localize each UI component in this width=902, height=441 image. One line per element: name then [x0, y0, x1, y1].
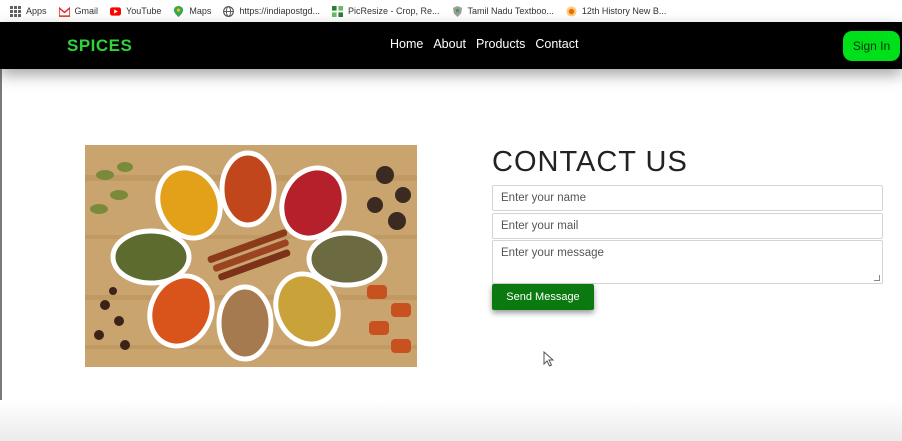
maps-icon [174, 5, 184, 17]
bookmark-label: Maps [189, 6, 212, 16]
navbar: SPICES Home About Products Contact Sign … [0, 22, 902, 69]
nav-home-link[interactable]: Home [390, 37, 423, 51]
bookmark-label: Apps [26, 6, 47, 16]
page-footer-band [0, 400, 902, 441]
shield-icon [452, 5, 462, 17]
bookmark-picresize[interactable]: PicResize - Crop, Re... [331, 5, 440, 17]
nav-links: Home About Products Contact [390, 37, 578, 51]
message-textarea[interactable]: Enter your message [492, 240, 883, 284]
page-edge [0, 69, 2, 441]
bookmark-label: YouTube [126, 6, 162, 16]
bookmark-apps[interactable]: Apps [10, 5, 47, 17]
resize-handle[interactable] [874, 275, 880, 281]
mail-placeholder: Enter your mail [501, 220, 579, 232]
gmail-icon [58, 6, 70, 17]
spices-image [85, 145, 417, 367]
bookmark-indiapost[interactable]: https://indiapostgd... [223, 5, 320, 17]
site-logo[interactable]: SPICES [67, 36, 132, 56]
bookmark-tn-textbook[interactable]: Tamil Nadu Textboo... [452, 5, 554, 17]
bookmark-gmail[interactable]: Gmail [58, 6, 99, 17]
globe-icon [223, 5, 235, 17]
bookmark-history[interactable]: 12th History New B... [566, 5, 667, 17]
bookmark-maps[interactable]: Maps [173, 5, 212, 17]
name-input[interactable]: Enter your name [492, 185, 883, 211]
message-placeholder: Enter your message [501, 247, 604, 259]
mail-input[interactable]: Enter your mail [492, 213, 883, 239]
bookmark-label: 12th History New B... [581, 6, 667, 16]
send-message-button[interactable]: Send Message [492, 284, 594, 310]
nav-contact-link[interactable]: Contact [535, 37, 578, 51]
nav-products-link[interactable]: Products [476, 37, 525, 51]
bookmark-youtube[interactable]: YouTube [110, 6, 161, 17]
picresize-icon [331, 5, 343, 17]
bookmark-label: https://indiapostgd... [239, 6, 320, 16]
youtube-icon [110, 6, 122, 16]
bookmark-label: Tamil Nadu Textboo... [467, 6, 554, 16]
bookmark-label: Gmail [74, 6, 99, 16]
nav-about-link[interactable]: About [433, 37, 466, 51]
mouse-cursor-icon [543, 351, 555, 367]
contact-title: CONTACT US [492, 146, 688, 178]
apps-grid-icon [10, 5, 21, 17]
bookmark-label: PicResize - Crop, Re... [347, 6, 440, 16]
book-icon [566, 5, 577, 17]
sign-in-button[interactable]: Sign In [843, 31, 900, 61]
name-placeholder: Enter your name [501, 192, 587, 204]
bookmarks-bar: Apps Gmail YouTube Maps https://indiapos… [0, 0, 902, 22]
